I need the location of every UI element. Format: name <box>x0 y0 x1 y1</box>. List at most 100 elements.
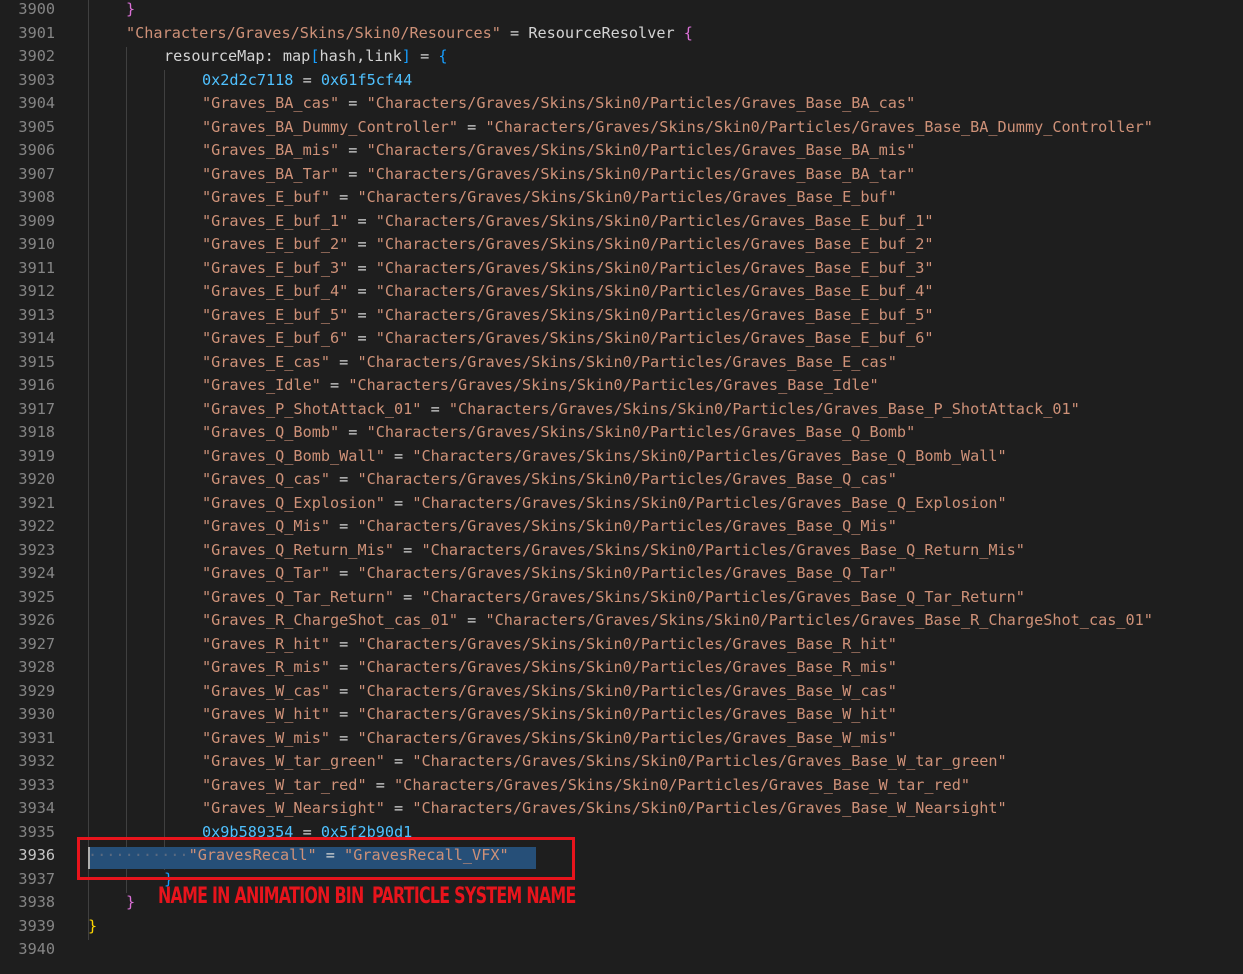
code-text[interactable]: "Graves_W_hit" = "Characters/Graves/Skin… <box>202 703 897 727</box>
line-number: 3933 <box>18 775 55 794</box>
code-token: "Graves_BA_Tar" <box>202 164 340 183</box>
code-text[interactable]: "Graves_BA_Dummy_Controller" = "Characte… <box>202 116 1153 140</box>
line-number: 3904 <box>18 94 55 112</box>
code-line[interactable]: 3913 "Graves_E_buf_5" = "Characters/Grave… <box>0 304 1243 328</box>
line-number: 3918 <box>18 423 55 441</box>
code-line[interactable]: 3931 "Graves_W_mis" = "Characters/Graves/… <box>0 727 1243 751</box>
code-token: "Graves_Q_Tar_Return" <box>202 587 395 606</box>
code-line[interactable]: 3919 "Graves_Q_Bomb_Wall" = "Characters/G… <box>0 445 1243 469</box>
code-line[interactable]: 3909 "Graves_E_buf_1" = "Characters/Grave… <box>0 210 1243 234</box>
code-line[interactable]: 3925 "Graves_Q_Tar_Return" = "Characters/… <box>0 586 1243 610</box>
line-number: 3910 <box>18 235 55 253</box>
code-text[interactable]: "Graves_E_buf_6" = "Characters/Graves/Sk… <box>202 327 934 351</box>
line-number: 3915 <box>18 352 55 371</box>
code-text[interactable]: "Graves_W_cas" = "Characters/Graves/Skin… <box>202 680 897 704</box>
line-number: 3928 <box>18 658 55 676</box>
code-text[interactable]: "Graves_Q_Tar_Return" = "Characters/Grav… <box>202 586 1025 610</box>
code-line[interactable]: 3921 "Graves_Q_Explosion" = "Characters/G… <box>0 492 1243 516</box>
code-line[interactable]: 3917 "Graves_P_ShotAttack_01" = "Characte… <box>0 398 1243 422</box>
code-line[interactable]: 3927 "Graves_R_hit" = "Characters/Graves/… <box>0 633 1243 657</box>
code-token: = <box>293 70 321 89</box>
code-text[interactable]: } <box>126 891 135 915</box>
code-line[interactable]: 3920 "Graves_Q_cas" = "Characters/Graves/… <box>0 468 1243 492</box>
code-token: "Characters/Graves/Skins/Skin0/Particles… <box>357 634 897 653</box>
code-text[interactable]: 0x2d2c7118 = 0x61f5cf44 <box>202 69 412 93</box>
code-line[interactable]: 3905 "Graves_BA_Dummy_Controller" = "Char… <box>0 116 1243 140</box>
code-token: 0x2d2c7118 <box>202 70 294 89</box>
code-text[interactable]: "Graves_W_Nearsight" = "Characters/Grave… <box>202 797 1007 821</box>
code-text[interactable]: "Graves_W_mis" = "Characters/Graves/Skin… <box>202 727 897 751</box>
line-number: 3919 <box>18 446 55 465</box>
code-token: "Graves_BA_Dummy_Controller" <box>202 117 459 136</box>
code-line[interactable]: 3912 "Graves_E_buf_4" = "Characters/Grave… <box>0 280 1243 304</box>
code-text[interactable]: "Graves_BA_cas" = "Characters/Graves/Ski… <box>202 92 915 116</box>
code-text[interactable]: "Graves_Q_Bomb" = "Characters/Graves/Ski… <box>202 421 915 445</box>
code-text[interactable]: "Graves_E_buf_2" = "Characters/Graves/Sk… <box>202 233 934 257</box>
line-number: 3935 <box>18 822 55 841</box>
code-text[interactable]: "Graves_E_buf_4" = "Characters/Graves/Sk… <box>202 280 934 304</box>
code-token: "Graves_Q_cas" <box>202 470 331 488</box>
code-text[interactable]: "Characters/Graves/Skins/Skin0/Resources… <box>126 22 693 46</box>
code-text[interactable]: } <box>126 0 135 22</box>
code-line[interactable]: 3910 "Graves_E_buf_2" = "Characters/Grave… <box>0 233 1243 257</box>
code-line[interactable]: 3908 "Graves_E_buf" = "Characters/Graves/… <box>0 186 1243 210</box>
code-text[interactable]: "Graves_R_ChargeShot_cas_01" = "Characte… <box>202 609 1153 633</box>
code-line[interactable]: 3901 "Characters/Graves/Skins/Skin0/Resou… <box>0 22 1243 46</box>
code-line[interactable]: 3924 "Graves_Q_Tar" = "Characters/Graves/… <box>0 562 1243 586</box>
code-text[interactable]: "Graves_Q_Return_Mis" = "Characters/Grav… <box>202 539 1025 563</box>
code-text[interactable]: "Graves_E_cas" = "Characters/Graves/Skin… <box>202 351 897 375</box>
code-text[interactable]: "Graves_W_tar_green" = "Characters/Grave… <box>202 750 1007 774</box>
code-line[interactable]: 3918 "Graves_Q_Bomb" = "Characters/Graves… <box>0 421 1243 445</box>
code-token: "Graves_Q_Mis" <box>202 517 331 535</box>
code-line[interactable]: 3926 "Graves_R_ChargeShot_cas_01" = "Char… <box>0 609 1243 633</box>
code-token: = <box>320 376 349 394</box>
code-text[interactable]: "Graves_R_mis" = "Characters/Graves/Skin… <box>202 656 897 680</box>
code-text[interactable]: "Graves_Q_cas" = "Characters/Graves/Skin… <box>202 468 897 492</box>
code-text[interactable]: "Graves_E_buf_5" = "Characters/Graves/Sk… <box>202 304 934 328</box>
code-line[interactable]: 3904 "Graves_BA_cas" = "Characters/Graves… <box>0 92 1243 116</box>
code-line[interactable]: 3900} <box>0 0 1243 22</box>
code-text[interactable]: "Graves_E_buf_3" = "Characters/Graves/Sk… <box>202 257 934 281</box>
code-text[interactable]: "Graves_Q_Explosion" = "Characters/Grave… <box>202 492 1007 516</box>
code-line[interactable]: 3911 "Graves_E_buf_3" = "Characters/Grave… <box>0 257 1243 281</box>
code-line[interactable]: 3902 resourceMap: map[hash,link] = { <box>0 45 1243 69</box>
code-line[interactable]: 3923 "Graves_Q_Return_Mis" = "Characters/… <box>0 539 1243 563</box>
code-text[interactable]: "Graves_BA_Tar" = "Characters/Graves/Ski… <box>202 163 915 187</box>
code-line[interactable]: 3922 "Graves_Q_Mis" = "Characters/Graves/… <box>0 515 1243 539</box>
code-text[interactable]: } <box>88 915 97 939</box>
code-line[interactable]: 3906 "Graves_BA_mis" = "Characters/Graves… <box>0 139 1243 163</box>
code-editor[interactable]: 3900} 3901 "Characters/Graves/Skins/Skin0/… <box>0 0 1243 974</box>
code-line[interactable]: 3930 "Graves_W_hit" = "Characters/Graves/… <box>0 703 1243 727</box>
code-token: "Characters/Graves/Skins/Skin0/Particles… <box>375 305 934 324</box>
code-line[interactable]: 3907 "Graves_BA_Tar" = "Characters/Graves… <box>0 163 1243 187</box>
code-text[interactable]: "Graves_E_buf_1" = "Characters/Graves/Sk… <box>202 210 934 234</box>
code-line[interactable]: 3903 0x2d2c7118 = 0x61f5cf44 <box>0 69 1243 93</box>
code-line[interactable]: 3916 "Graves_Idle" = "Characters/Graves/S… <box>0 374 1243 398</box>
code-token: "Characters/Graves/Skins/Skin0/Particles… <box>375 329 934 347</box>
code-line[interactable]: 3933 "Graves_W_tar_red" = "Characters/Gra… <box>0 774 1243 798</box>
code-text[interactable]: "Graves_Q_Tar" = "Characters/Graves/Skin… <box>202 562 897 586</box>
code-text[interactable]: "Graves_W_tar_red" = "Characters/Graves/… <box>202 774 970 798</box>
code-text[interactable]: "Graves_Q_Bomb_Wall" = "Characters/Grave… <box>202 445 1007 469</box>
code-token: = <box>330 634 358 653</box>
code-line[interactable]: 3940 <box>0 938 1243 962</box>
code-text[interactable]: "Graves_BA_mis" = "Characters/Graves/Ski… <box>202 139 915 163</box>
code-line[interactable]: 3932 "Graves_W_tar_green" = "Characters/G… <box>0 750 1243 774</box>
code-line[interactable]: 3915 "Graves_E_cas" = "Characters/Graves/… <box>0 351 1243 375</box>
code-text[interactable]: resourceMap: map[hash,link] = { <box>164 45 448 69</box>
code-token: ResourceResolver <box>528 23 675 42</box>
code-text[interactable]: "Graves_Q_Mis" = "Characters/Graves/Skin… <box>202 515 897 539</box>
code-token: = <box>339 423 367 441</box>
code-line[interactable]: 3934 "Graves_W_Nearsight" = "Characters/G… <box>0 797 1243 821</box>
code-text[interactable]: "Graves_Idle" = "Characters/Graves/Skins… <box>202 374 879 398</box>
code-line[interactable]: 3914 "Graves_E_buf_6" = "Characters/Grave… <box>0 327 1243 351</box>
code-token: "Characters/Graves/Skins/Skin0/Particles… <box>357 681 897 700</box>
code-text[interactable]: "Graves_P_ShotAttack_01" = "Characters/G… <box>202 398 1080 422</box>
code-token: = <box>384 493 413 512</box>
code-text[interactable]: "Graves_E_buf" = "Characters/Graves/Skin… <box>202 186 897 210</box>
code-token: "Graves_Idle" <box>202 376 321 394</box>
code-text[interactable]: "Graves_R_hit" = "Characters/Graves/Skin… <box>202 633 897 657</box>
code-line[interactable]: 3939} <box>0 915 1243 939</box>
code-line[interactable]: 3929 "Graves_W_cas" = "Characters/Graves/… <box>0 680 1243 704</box>
code-line[interactable]: 3928 "Graves_R_mis" = "Characters/Graves/… <box>0 656 1243 680</box>
